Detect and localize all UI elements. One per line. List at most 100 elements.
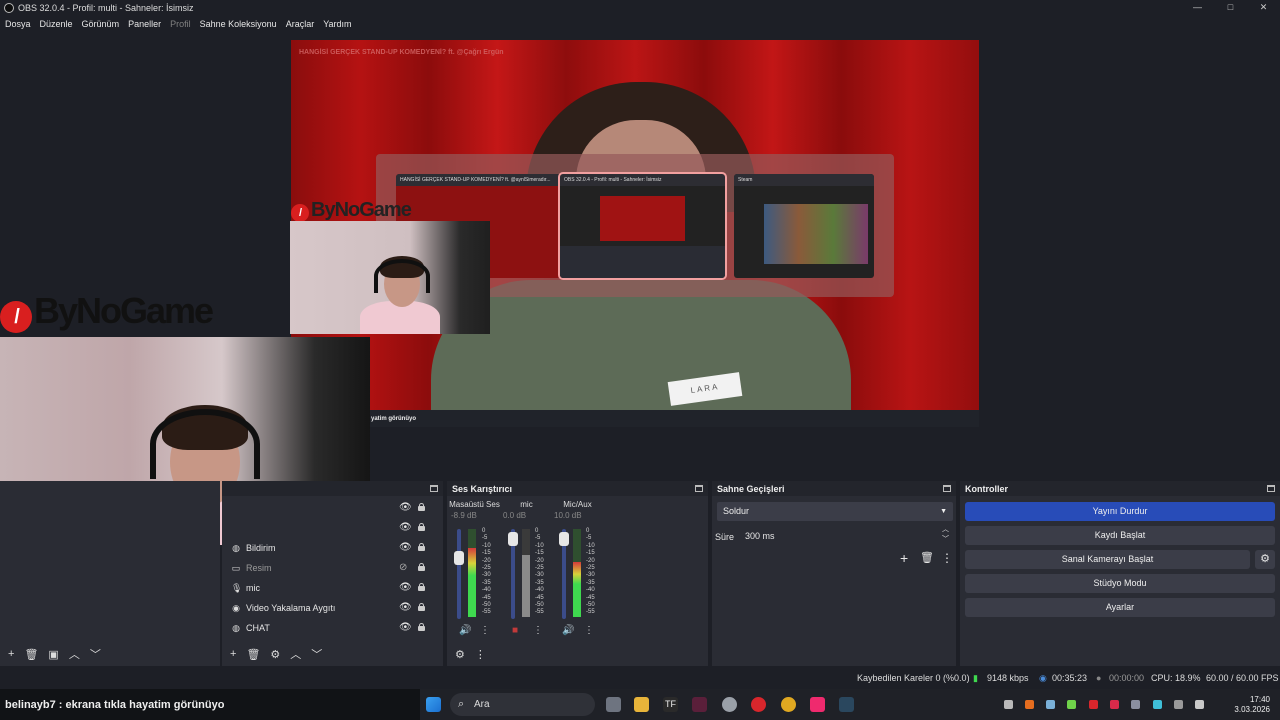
- source-row-chat[interactable]: ◍ CHAT 👁: [222, 618, 443, 638]
- app-v-icon[interactable]: [692, 697, 707, 712]
- slider-handle[interactable]: [454, 551, 464, 565]
- remove-transition-icon[interactable]: 🗑: [920, 551, 934, 564]
- tray-app-icon[interactable]: [1131, 700, 1140, 709]
- microphone-icon[interactable]: [1174, 700, 1183, 709]
- window-controls: — □ ✕: [1181, 0, 1280, 15]
- source-row-mic[interactable]: 🎙 mic 👁: [222, 578, 443, 598]
- transition-menu-icon[interactable]: ⋮: [941, 551, 953, 565]
- mixer-menu-icon[interactable]: ⋮: [475, 648, 486, 661]
- eye-icon[interactable]: 👁: [399, 522, 412, 533]
- duration-input[interactable]: 300 ms ︿ ﹀: [739, 525, 953, 546]
- spin-arrows-icon[interactable]: ︿ ﹀: [942, 525, 949, 545]
- maximize-button[interactable]: □: [1214, 0, 1247, 15]
- dock-float-icon[interactable]: [695, 485, 703, 492]
- source-row-bildirim[interactable]: ◍ Bildirim 👁: [222, 538, 443, 558]
- settings-button[interactable]: Ayarlar: [965, 598, 1275, 617]
- taskbar-search[interactable]: ⌕ Ara: [450, 693, 595, 716]
- menu-dosya[interactable]: Dosya: [5, 19, 31, 29]
- controls-title: Kontroller: [965, 483, 1009, 494]
- start-virtual-camera-button[interactable]: Sanal Kamerayı Başlat: [965, 550, 1250, 569]
- app-tf-icon[interactable]: TF: [663, 697, 678, 712]
- volume-slider-desktop[interactable]: [454, 529, 464, 619]
- channel-menu-icon[interactable]: ⋮: [480, 625, 490, 636]
- slider-handle[interactable]: [508, 532, 518, 546]
- lock-icon[interactable]: [418, 563, 425, 571]
- source-row-hidden-2[interactable]: 👁: [222, 518, 443, 538]
- tray-app-icon[interactable]: [1089, 700, 1098, 709]
- window-title: OBS 32.0.4 - Profil: multi - Sahneler: İ…: [18, 2, 194, 13]
- remove-scene-icon[interactable]: 🗑: [24, 648, 38, 661]
- eye-icon[interactable]: 👁: [399, 582, 412, 593]
- transition-select[interactable]: Soldur ▼: [717, 502, 953, 521]
- file-explorer-icon[interactable]: [634, 697, 649, 712]
- dock-float-icon[interactable]: [430, 485, 438, 492]
- channel-menu-icon[interactable]: ⋮: [533, 625, 543, 636]
- opera-icon[interactable]: [751, 697, 766, 712]
- menu-duzenle[interactable]: Düzenle: [40, 19, 73, 29]
- tray-steam-icon[interactable]: [1046, 700, 1055, 709]
- move-up-icon[interactable]: ︿: [69, 646, 80, 662]
- studio-mode-button[interactable]: Stüdyo Modu: [965, 574, 1275, 593]
- eye-icon[interactable]: 👁: [399, 542, 412, 553]
- gear-icon[interactable]: ⚙: [1255, 550, 1275, 569]
- minimize-button[interactable]: —: [1181, 0, 1214, 15]
- channel-menu-icon[interactable]: ⋮: [584, 625, 594, 636]
- lock-icon[interactable]: [418, 523, 425, 531]
- add-source-icon[interactable]: +: [230, 648, 236, 660]
- lock-icon[interactable]: [418, 503, 425, 511]
- tray-app-icon[interactable]: [1110, 700, 1119, 709]
- eye-icon[interactable]: 👁: [399, 602, 412, 613]
- move-down-icon[interactable]: ﹀: [90, 646, 101, 662]
- menu-gorunum[interactable]: Görünüm: [82, 19, 120, 29]
- source-row-hidden-1[interactable]: 👁: [222, 498, 443, 518]
- volume-slider-mic-aux[interactable]: [559, 529, 569, 619]
- taskbar-clock[interactable]: 17:40 3.03.2026: [1234, 695, 1270, 715]
- menu-araclar[interactable]: Araçlar: [286, 19, 315, 29]
- tray-app-icon[interactable]: [1025, 700, 1034, 709]
- add-scene-icon[interactable]: +: [8, 648, 14, 660]
- source-row-resim[interactable]: ▭ Resim ⊘: [222, 558, 443, 578]
- speaker-icon[interactable]: 🔊: [459, 625, 471, 636]
- tray-app-icon[interactable]: [1004, 700, 1013, 709]
- add-transition-icon[interactable]: +: [900, 550, 908, 566]
- move-up-icon[interactable]: ︿: [290, 646, 301, 662]
- speaker-icon[interactable]: 🔊: [562, 625, 574, 636]
- controls-header: Kontroller: [960, 481, 1280, 496]
- tray-app-icon[interactable]: [1067, 700, 1076, 709]
- dock-float-icon[interactable]: [1267, 485, 1275, 492]
- stop-streaming-button[interactable]: Yayını Durdur: [965, 502, 1275, 521]
- eye-icon[interactable]: 👁: [399, 622, 412, 633]
- windows-start-icon[interactable]: [426, 697, 441, 712]
- switcher-item-obs[interactable]: OBS 32.0.4 - Profil: multi - Sahneler: İ…: [558, 172, 727, 280]
- scene-filter-icon[interactable]: ▣: [48, 648, 58, 661]
- task-view-icon[interactable]: [606, 697, 621, 712]
- remove-source-icon[interactable]: 🗑: [246, 648, 260, 661]
- start-recording-button[interactable]: Kaydı Başlat: [965, 526, 1275, 545]
- obs-taskbar-icon[interactable]: [722, 697, 737, 712]
- coin-app-icon[interactable]: [781, 697, 796, 712]
- eye-icon[interactable]: 👁: [399, 502, 412, 513]
- lock-icon[interactable]: [418, 583, 425, 591]
- menu-sahne-koleksiyonu[interactable]: Sahne Koleksiyonu: [200, 19, 277, 29]
- menu-paneller[interactable]: Paneller: [128, 19, 161, 29]
- clock-time: 17:40: [1249, 695, 1270, 704]
- eye-hidden-icon[interactable]: ⊘: [399, 562, 407, 573]
- lock-icon[interactable]: [418, 623, 425, 631]
- switcher-item-steam[interactable]: Steam: [734, 174, 874, 278]
- tray-app-icon[interactable]: [1153, 700, 1162, 709]
- slider-handle[interactable]: [559, 532, 569, 546]
- close-button[interactable]: ✕: [1247, 0, 1280, 15]
- source-row-video-capture[interactable]: ◉ Video Yakalama Aygıtı 👁: [222, 598, 443, 618]
- tiktok-icon[interactable]: [810, 697, 825, 712]
- menu-yardim[interactable]: Yardım: [323, 19, 351, 29]
- lock-icon[interactable]: [418, 543, 425, 551]
- dock-float-icon[interactable]: [943, 485, 951, 492]
- lock-icon[interactable]: [418, 603, 425, 611]
- advanced-audio-icon[interactable]: ⚙: [455, 648, 465, 661]
- source-properties-icon[interactable]: ⚙: [270, 648, 280, 661]
- steam-icon[interactable]: [839, 697, 854, 712]
- volume-slider-mic[interactable]: [508, 529, 518, 619]
- move-down-icon[interactable]: ﹀: [311, 646, 322, 662]
- muted-speaker-icon[interactable]: ■: [512, 625, 518, 636]
- speaker-icon[interactable]: [1195, 700, 1204, 709]
